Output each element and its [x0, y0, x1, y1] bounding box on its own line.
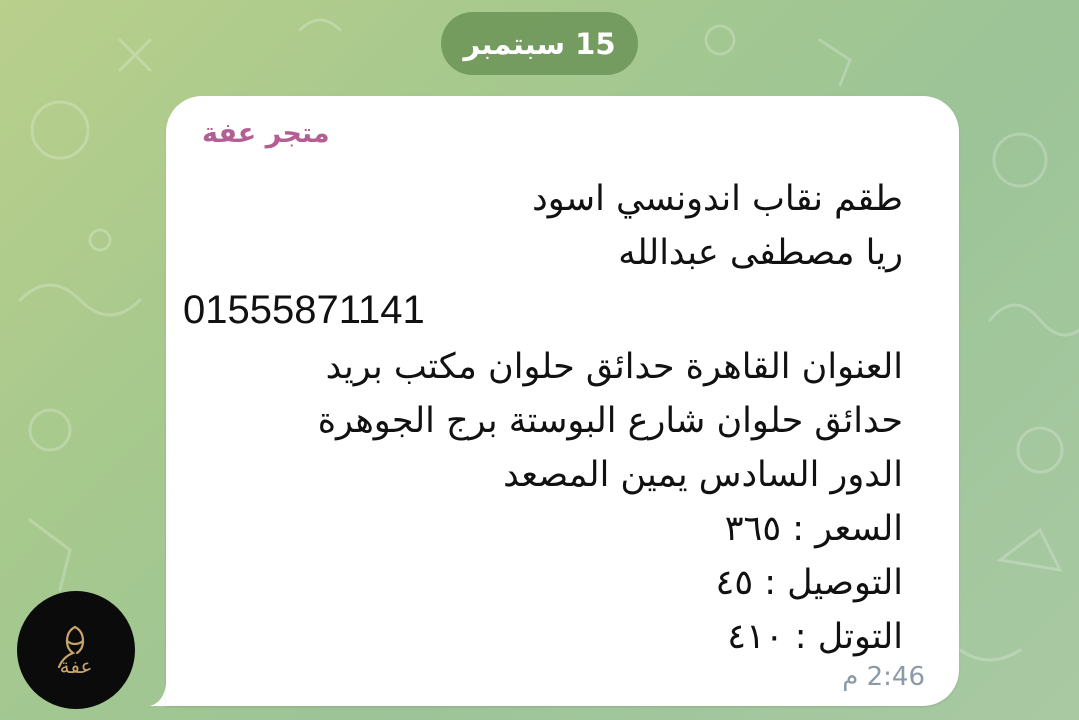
message-line-total: التوتل : ٤١٠ [727, 617, 903, 657]
message-line-address-2: حدائق حلوان شارع البوستة برج الجوهرة [317, 401, 903, 441]
message-line-phone[interactable]: 01555871141 [183, 280, 903, 340]
message-line-address-3: الدور السادس يمين المصعد [503, 455, 903, 495]
sender-name[interactable]: متجر عفة [202, 118, 330, 149]
date-separator: 15 سبتمبر [441, 12, 638, 75]
message-line-customer-name: ريا مصطفى عبدالله [618, 233, 903, 273]
message-line-address-1: العنوان القاهرة حدائق حلوان مكتب بريد [325, 347, 903, 387]
message-bubble[interactable]: متجر عفة طقم نقاب اندونسي اسود ريا مصطفى… [166, 96, 959, 706]
store-logo-icon: عفة [57, 625, 93, 678]
avatar[interactable]: عفة [17, 591, 135, 709]
message-line-price: السعر : ٣٦٥ [724, 509, 903, 549]
date-label: 15 سبتمبر [463, 26, 616, 61]
message-time: 2:46 م [842, 662, 925, 692]
avatar-logo-text: عفة [60, 654, 93, 678]
message-line-delivery: التوصيل : ٤٥ [715, 563, 903, 603]
message-text: طقم نقاب اندونسي اسود ريا مصطفى عبدالله … [183, 172, 903, 664]
message-line-product: طقم نقاب اندونسي اسود [532, 179, 903, 219]
